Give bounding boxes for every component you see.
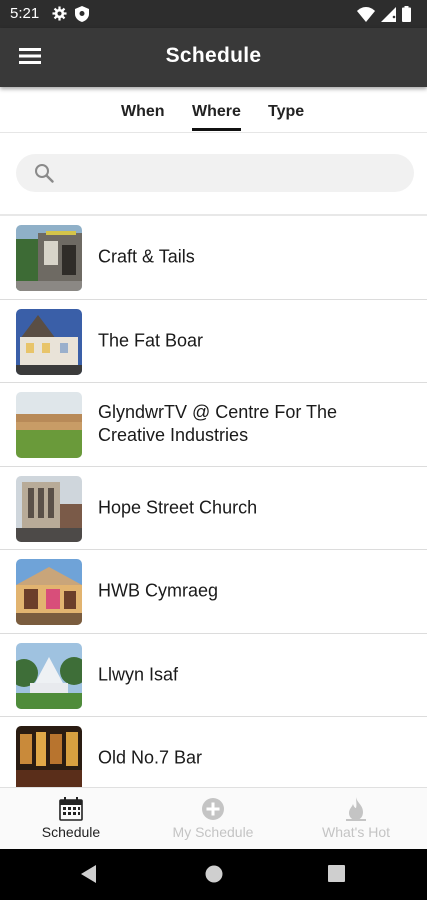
shield-icon xyxy=(75,6,89,27)
list-item[interactable]: Old No.7 Bar xyxy=(0,717,427,787)
list-item[interactable]: GlyndwrTV @ Centre For The Creative Indu… xyxy=(0,383,427,467)
venue-name: Hope Street Church xyxy=(98,497,258,518)
wifi-icon xyxy=(357,6,375,27)
venue-name: GlyndwrTV @ Centre For The Creative Indu… xyxy=(98,402,338,446)
status-bar: 5:21 xyxy=(0,0,427,28)
system-navigation-bar xyxy=(0,849,427,900)
venue-thumbnail xyxy=(16,392,82,458)
venue-name: Llwyn Isaf xyxy=(98,664,179,685)
venue-thumbnail xyxy=(16,475,82,542)
recents-icon[interactable] xyxy=(328,865,345,887)
signal-icon xyxy=(381,6,396,27)
flame-icon xyxy=(346,797,366,826)
venue-thumbnail xyxy=(16,642,82,709)
list-item[interactable]: The Fat Boar xyxy=(0,300,427,383)
app-bar: Schedule xyxy=(0,28,427,87)
gear-icon xyxy=(52,6,67,27)
venue-thumbnail xyxy=(16,308,82,375)
list-item[interactable]: Hope Street Church xyxy=(0,467,427,550)
battery-icon xyxy=(402,6,411,27)
search-bar[interactable] xyxy=(16,154,414,192)
search-icon xyxy=(34,163,54,188)
calendar-icon xyxy=(59,797,83,826)
venue-name: Craft & Tails xyxy=(98,246,195,267)
venue-name: The Fat Boar xyxy=(98,330,204,351)
list-item[interactable]: Craft & Tails xyxy=(0,216,427,300)
venue-thumbnail xyxy=(16,225,82,291)
status-time: 5:21 xyxy=(10,5,40,22)
page-title: Schedule xyxy=(165,44,262,67)
tab-when[interactable]: When xyxy=(121,103,165,121)
nav-my-schedule[interactable]: My Schedule xyxy=(142,788,284,850)
filter-tabs: When Where Type xyxy=(0,87,427,133)
bottom-navigation: Schedule My Schedule What's Hot xyxy=(0,787,427,849)
list-item[interactable]: HWB Cymraeg xyxy=(0,550,427,634)
venue-name: HWB Cymraeg xyxy=(98,580,219,601)
nav-label: Schedule xyxy=(41,824,101,840)
list-item[interactable]: Llwyn Isaf xyxy=(0,634,427,717)
tab-where[interactable]: Where xyxy=(192,103,241,131)
back-icon[interactable] xyxy=(80,865,98,888)
venue-thumbnail xyxy=(16,559,82,625)
nav-whats-hot[interactable]: What's Hot xyxy=(285,788,427,850)
tab-type[interactable]: Type xyxy=(268,103,304,121)
venue-list: Craft & Tails The Fat Boar GlyndwrTV @ C… xyxy=(0,214,427,787)
venue-thumbnail xyxy=(16,726,82,787)
home-icon[interactable] xyxy=(205,865,223,888)
nav-schedule[interactable]: Schedule xyxy=(0,788,142,850)
nav-label: What's Hot xyxy=(321,824,391,840)
venue-name: Old No.7 Bar xyxy=(98,747,203,768)
nav-label: My Schedule xyxy=(172,824,254,840)
add-circle-icon xyxy=(201,797,225,826)
search-input[interactable] xyxy=(72,154,402,192)
